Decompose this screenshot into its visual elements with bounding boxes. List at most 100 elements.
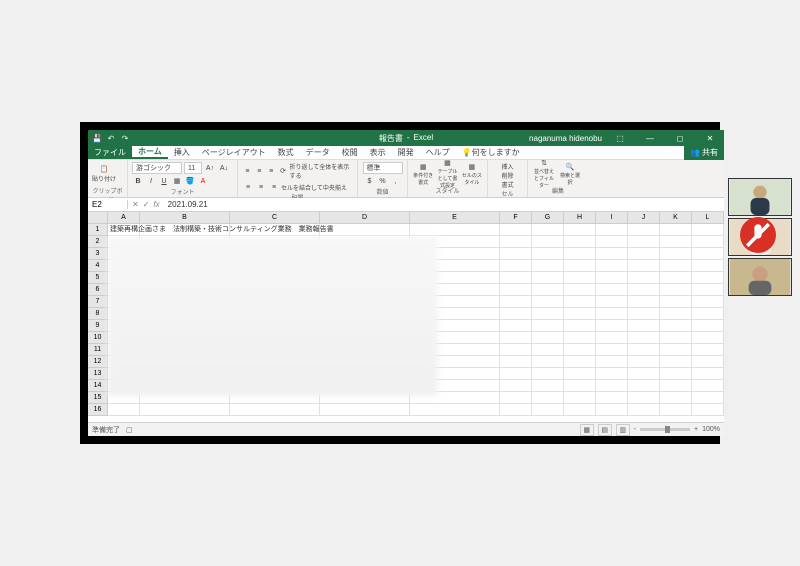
cell[interactable]	[564, 320, 596, 332]
cell[interactable]	[692, 224, 724, 236]
tab-review[interactable]: 校閲	[336, 146, 364, 159]
cell[interactable]	[500, 368, 532, 380]
cell[interactable]	[596, 224, 628, 236]
cell[interactable]	[564, 368, 596, 380]
cell[interactable]	[628, 380, 660, 392]
row-header[interactable]: 7	[88, 296, 108, 308]
table-row[interactable]: 16	[88, 404, 724, 416]
table-row[interactable]: 15	[88, 392, 724, 404]
cell[interactable]	[532, 308, 564, 320]
font-size-select[interactable]: 11	[184, 162, 202, 174]
share-button[interactable]: 👥共有	[684, 146, 724, 160]
cell[interactable]	[108, 392, 140, 404]
row-header[interactable]: 8	[88, 308, 108, 320]
cell[interactable]	[660, 332, 692, 344]
delete-cells-button[interactable]: 削除	[501, 171, 513, 180]
cell[interactable]	[500, 272, 532, 284]
cell[interactable]	[410, 308, 500, 320]
table-row[interactable]: 3	[88, 248, 724, 260]
page-layout-view-icon[interactable]: ▤	[598, 424, 612, 436]
cell[interactable]	[500, 392, 532, 404]
cell[interactable]	[628, 272, 660, 284]
cell[interactable]	[692, 392, 724, 404]
cell[interactable]	[500, 224, 532, 236]
redo-icon[interactable]: ↷	[120, 133, 130, 143]
italic-button[interactable]: I	[145, 175, 157, 187]
zoom-in-button[interactable]: +	[694, 426, 698, 433]
tab-data[interactable]: データ	[300, 146, 336, 159]
cell[interactable]	[564, 284, 596, 296]
cell[interactable]	[660, 368, 692, 380]
cell[interactable]	[320, 308, 410, 320]
number-format-select[interactable]: 標準	[363, 162, 403, 174]
table-row[interactable]: 8	[88, 308, 724, 320]
cell[interactable]	[532, 404, 564, 416]
cell[interactable]	[410, 344, 500, 356]
tell-me-box[interactable]: 💡 何をしますか	[456, 146, 526, 159]
align-center-icon[interactable]: ≡	[255, 181, 267, 193]
col-header[interactable]: D	[320, 212, 410, 224]
cell[interactable]	[320, 236, 410, 248]
row-header[interactable]: 1	[88, 224, 108, 236]
cell[interactable]	[230, 320, 320, 332]
cell[interactable]	[596, 320, 628, 332]
cell[interactable]	[564, 272, 596, 284]
table-row[interactable]: 12	[88, 356, 724, 368]
sort-filter-button[interactable]: ⇅並べ替えとフィルター	[532, 162, 556, 186]
tab-file[interactable]: ファイル	[88, 146, 132, 159]
cell[interactable]	[108, 368, 140, 380]
cell[interactable]	[500, 284, 532, 296]
save-icon[interactable]: 💾	[92, 133, 102, 143]
col-header[interactable]: L	[692, 212, 724, 224]
paste-button[interactable]: 📋 貼り付け	[92, 162, 116, 186]
wrap-text-button[interactable]: 折り返して全体を表示する	[289, 162, 353, 180]
tab-developer[interactable]: 開発	[392, 146, 420, 159]
maximize-icon[interactable]: ◻	[668, 130, 692, 146]
cell[interactable]	[564, 260, 596, 272]
increase-font-icon[interactable]: A↑	[204, 162, 216, 174]
cell[interactable]	[410, 296, 500, 308]
cell[interactable]	[108, 284, 140, 296]
cell[interactable]	[500, 260, 532, 272]
cell[interactable]	[108, 380, 140, 392]
cell[interactable]	[564, 236, 596, 248]
tab-page-layout[interactable]: ページレイアウト	[196, 146, 272, 159]
cell[interactable]	[410, 332, 500, 344]
cell[interactable]	[410, 272, 500, 284]
cell[interactable]	[320, 356, 410, 368]
cell[interactable]	[532, 236, 564, 248]
cell[interactable]	[320, 332, 410, 344]
zoom-out-button[interactable]: -	[634, 426, 636, 433]
cell[interactable]	[410, 320, 500, 332]
comma-icon[interactable]: ,	[390, 175, 402, 187]
cell[interactable]	[692, 236, 724, 248]
worksheet-grid[interactable]: A B C D E F G H I J K L 建築再構企画さま 法制構築・技術…	[88, 212, 724, 422]
cell[interactable]	[140, 260, 230, 272]
cell[interactable]	[660, 248, 692, 260]
cell-styles-button[interactable]: ▦セルのスタイル	[461, 162, 483, 186]
col-header[interactable]: I	[596, 212, 628, 224]
cell[interactable]	[628, 404, 660, 416]
decrease-font-icon[interactable]: A↓	[218, 162, 230, 174]
cell[interactable]	[628, 356, 660, 368]
cell[interactable]	[410, 380, 500, 392]
cell[interactable]	[320, 284, 410, 296]
cell[interactable]	[320, 260, 410, 272]
cell[interactable]	[140, 320, 230, 332]
cell[interactable]	[692, 284, 724, 296]
cell[interactable]	[320, 272, 410, 284]
col-header[interactable]: F	[500, 212, 532, 224]
cell[interactable]	[692, 308, 724, 320]
row-header[interactable]: 3	[88, 248, 108, 260]
cell[interactable]	[230, 332, 320, 344]
cell[interactable]	[692, 380, 724, 392]
col-header[interactable]: C	[230, 212, 320, 224]
cell[interactable]	[500, 248, 532, 260]
cell[interactable]	[410, 248, 500, 260]
cell[interactable]	[564, 332, 596, 344]
normal-view-icon[interactable]: ▦	[580, 424, 594, 436]
fx-icon[interactable]: fx	[153, 200, 159, 209]
align-middle-icon[interactable]: ≡	[254, 165, 265, 177]
cell[interactable]	[692, 356, 724, 368]
cell[interactable]	[692, 272, 724, 284]
